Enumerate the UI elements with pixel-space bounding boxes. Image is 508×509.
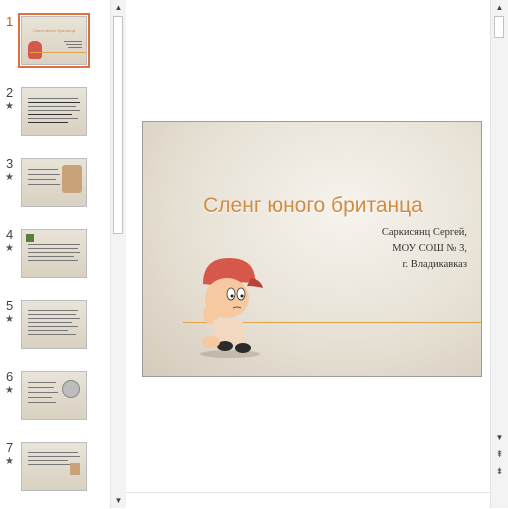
cartoon-boy-picture[interactable] <box>195 250 265 360</box>
scrollbar-thumb[interactable] <box>113 16 123 234</box>
thumbnail-text-line <box>28 334 76 335</box>
thumbnail-text-line <box>28 330 68 331</box>
subtitle-line: г. Владикавказ <box>402 259 467 270</box>
slide-thumbnails-pane: 1 Сленг юного британца 2 ★ 3 ★ 4 ★ 5 ★ 6… <box>0 0 110 508</box>
animation-star-icon: ★ <box>5 101 14 112</box>
subtitle-line: МОУ СОШ № 3, <box>392 243 467 254</box>
thumbnail-text-line <box>28 118 78 119</box>
thumbnail-image[interactable] <box>21 87 87 136</box>
slide-title[interactable]: Сленг юного британца <box>143 194 481 218</box>
thumbnail-picture <box>26 234 34 242</box>
thumbnail-number: 6 <box>6 369 14 384</box>
scroll-up-arrow-icon[interactable]: ▲ <box>111 0 126 15</box>
thumbnail-text-line <box>28 387 54 388</box>
thumbnail-text-line <box>28 452 78 453</box>
thumbnail-image[interactable] <box>21 300 87 349</box>
thumbnail-text-line <box>28 114 72 115</box>
thumbnail-slide-6[interactable]: 6 ★ <box>0 369 110 435</box>
thumbnail-picture <box>70 463 80 475</box>
thumbnail-slide-3[interactable]: 3 ★ <box>0 156 110 222</box>
thumbnail-text-line <box>28 179 56 180</box>
globe-picture <box>62 380 80 398</box>
thumbnail-number: 7 <box>6 440 14 455</box>
thumbnail-text-line <box>28 318 80 319</box>
thumbnails-scrollbar[interactable]: ▲ ▼ <box>110 0 127 508</box>
animation-star-icon: ★ <box>5 172 14 183</box>
thumbnail-text-line <box>28 314 76 315</box>
thumbnail-text-line <box>28 392 58 393</box>
thumbnail-text-line <box>28 122 68 123</box>
thumbnail-text-line <box>28 106 76 107</box>
thumbnail-text-line <box>28 248 78 249</box>
thumbnail-slide-4[interactable]: 4 ★ <box>0 227 110 293</box>
thumbnail-slide-1[interactable]: 1 Сленг юного британца <box>0 13 110 80</box>
next-slide-icon[interactable]: ⇟ <box>492 464 507 479</box>
animation-star-icon: ★ <box>5 314 14 325</box>
thumbnail-text-line <box>28 174 60 175</box>
thumbnail-text-line <box>28 169 58 170</box>
thumbnail-image[interactable] <box>21 371 87 420</box>
scroll-down-arrow-icon[interactable]: ▼ <box>492 430 507 445</box>
thumbnail-text-line <box>28 102 80 103</box>
scrollbar-thumb[interactable] <box>494 16 504 38</box>
notes-divider <box>126 492 490 509</box>
slide-subtitle[interactable]: Саркисянц Сергей, МОУ СОШ № 3, г. Владик… <box>382 225 467 273</box>
current-slide[interactable]: Сленг юного британца Саркисянц Сергей, М… <box>142 121 482 377</box>
thumbnail-text-line <box>28 260 78 261</box>
thumbnail-number: 2 <box>6 85 14 100</box>
thumbnail-image[interactable] <box>21 158 87 207</box>
subtitle-line: Саркисянц Сергей, <box>381 227 467 238</box>
thumbnail-text-line <box>28 322 72 323</box>
thumbnail-text-line <box>64 41 82 42</box>
scroll-down-arrow-icon[interactable]: ▼ <box>111 493 126 508</box>
thumbnail-number: 1 <box>6 14 14 29</box>
thumbnail-number: 5 <box>6 298 14 313</box>
thumbnail-text-line <box>68 47 82 48</box>
thumbnail-title: Сленг юного британца <box>33 28 75 33</box>
thumbnail-text-line <box>28 326 78 327</box>
thumbnail-text-line <box>28 184 60 185</box>
thumbnail-text-line <box>28 252 80 253</box>
thumbnail-text-line <box>28 402 56 403</box>
thumbnail-text-line <box>28 310 78 311</box>
thumbnail-text-line <box>28 456 80 457</box>
thumbnail-image[interactable] <box>21 442 87 491</box>
thumbnail-slide-7[interactable]: 7 ★ <box>0 440 110 506</box>
scroll-up-arrow-icon[interactable]: ▲ <box>492 0 507 15</box>
thumbnail-slide-2[interactable]: 2 ★ <box>0 85 110 151</box>
boy-picture-mini <box>28 41 42 59</box>
thumbnail-text-line <box>28 460 68 461</box>
thumbnail-text-line <box>28 256 74 257</box>
photo-thumbnail <box>62 165 82 193</box>
thumbnail-image[interactable]: Сленг юного британца <box>18 13 90 68</box>
thumbnail-text-line <box>28 98 78 99</box>
thumbnail-text-line <box>28 397 52 398</box>
animation-star-icon: ★ <box>5 243 14 254</box>
thumbnail-rule <box>30 52 86 53</box>
thumbnail-slide-5[interactable]: 5 ★ <box>0 298 110 364</box>
thumbnail-text-line <box>28 110 80 111</box>
thumbnail-image[interactable] <box>21 229 87 278</box>
animation-star-icon: ★ <box>5 385 14 396</box>
thumbnail-text-line <box>66 44 82 45</box>
thumbnail-number: 3 <box>6 156 14 171</box>
previous-slide-icon[interactable]: ⇞ <box>492 447 507 462</box>
slide-scrollbar[interactable]: ▲ ▼ ⇞ ⇟ <box>490 0 508 508</box>
thumbnail-text-line <box>28 244 80 245</box>
thumbnail-text-line <box>28 382 56 383</box>
thumbnail-number: 4 <box>6 227 14 242</box>
animation-star-icon: ★ <box>5 456 14 467</box>
